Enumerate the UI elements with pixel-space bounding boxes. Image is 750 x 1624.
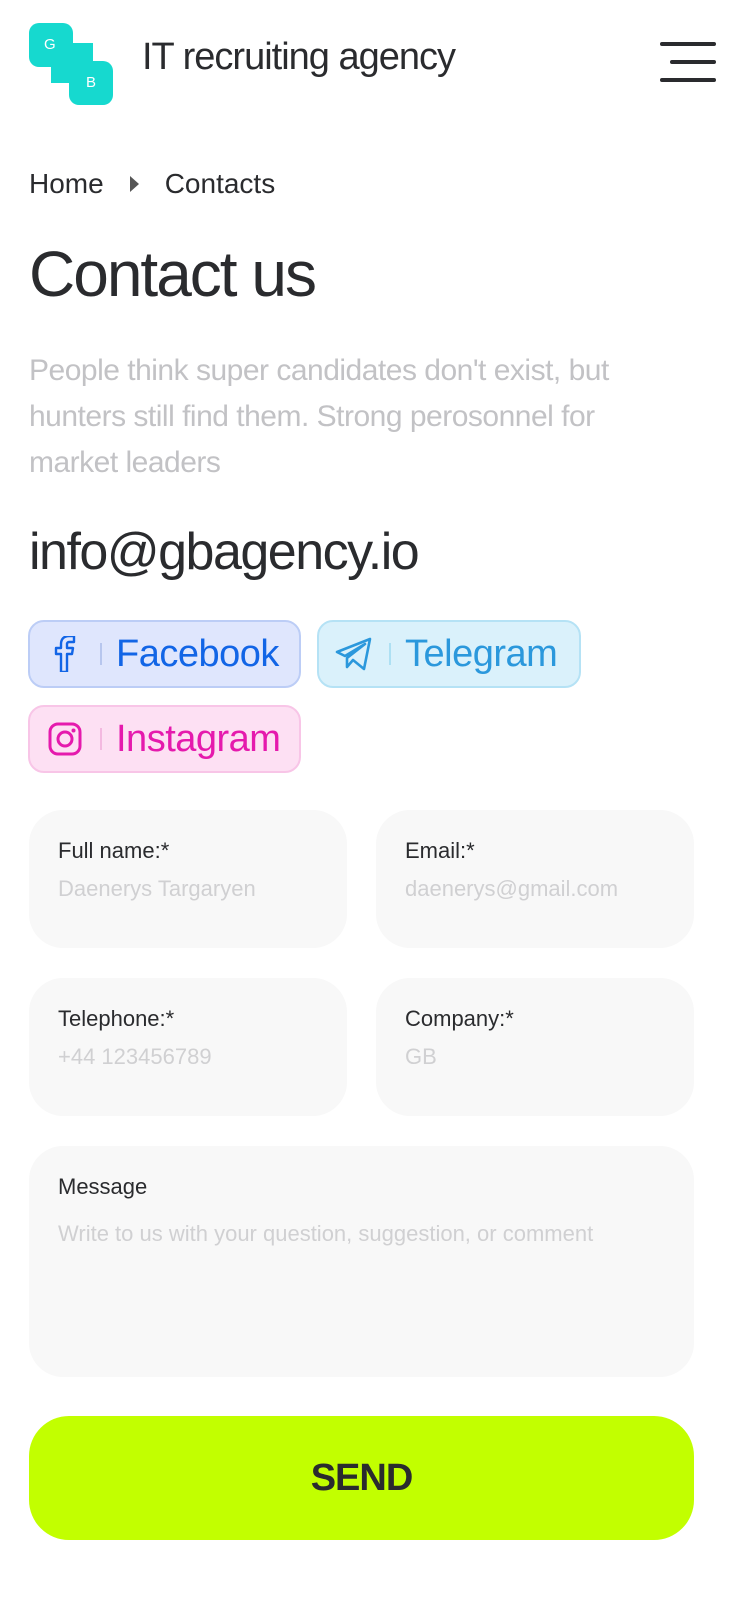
company-field[interactable]: Company:* [376, 978, 694, 1116]
logo-letter-b: B [86, 74, 97, 91]
chevron-right-icon [129, 176, 139, 192]
contact-email-link[interactable]: info@gbagency.io [29, 522, 420, 582]
email-input[interactable] [405, 876, 685, 902]
message-textarea[interactable] [58, 1220, 678, 1340]
logo[interactable]: G B [29, 23, 115, 105]
breadcrumb-home-link[interactable]: Home [29, 168, 104, 200]
instagram-icon [30, 705, 100, 773]
email-label: Email:* [405, 838, 475, 863]
telegram-button[interactable]: Telegram [317, 620, 581, 688]
breadcrumb: Home Contacts [29, 166, 275, 202]
company-input[interactable] [405, 1044, 685, 1070]
full-name-field[interactable]: Full name:* [29, 810, 347, 948]
instagram-label: Instagram [116, 717, 281, 760]
telephone-label: Telephone:* [58, 1006, 175, 1031]
facebook-button[interactable]: Facebook [28, 620, 301, 688]
breadcrumb-current: Contacts [164, 168, 276, 199]
message-label: Message [58, 1174, 148, 1199]
facebook-label: Facebook [116, 632, 279, 675]
logo-letter-g: G [44, 36, 56, 53]
telephone-input[interactable] [58, 1044, 338, 1070]
company-label: Company:* [405, 1006, 514, 1031]
telegram-icon [319, 620, 389, 688]
page-title: Contact us [29, 238, 317, 310]
header: G B IT recruiting agency [0, 0, 750, 130]
brand-title: IT recruiting agency [142, 36, 456, 78]
facebook-icon [30, 620, 100, 688]
hamburger-menu-icon[interactable] [660, 40, 716, 84]
full-name-input[interactable] [58, 876, 338, 902]
send-button[interactable]: SEND [29, 1416, 694, 1540]
message-field[interactable]: Message [29, 1146, 694, 1377]
instagram-button[interactable]: Instagram [28, 705, 301, 773]
intro-text: People think super candidates don't exis… [29, 354, 609, 479]
full-name-label: Full name:* [58, 838, 170, 863]
telephone-field[interactable]: Telephone:* [29, 978, 347, 1116]
email-field[interactable]: Email:* [376, 810, 694, 948]
telegram-label: Telegram [405, 632, 558, 675]
